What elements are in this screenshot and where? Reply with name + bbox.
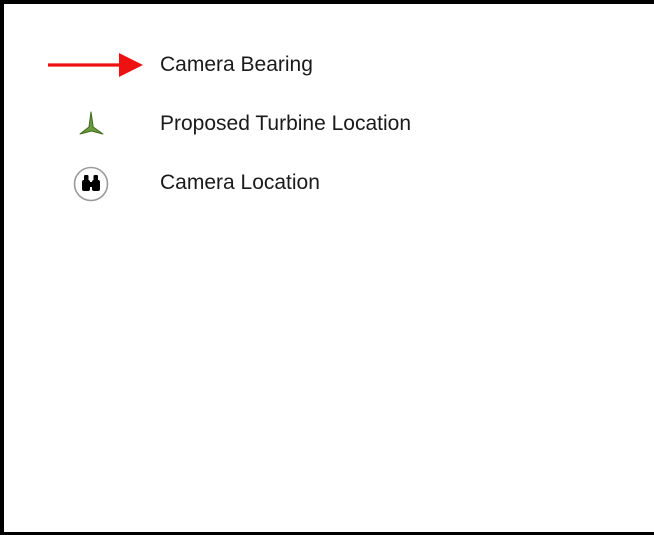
camera-location-symbol bbox=[4, 163, 154, 203]
legend-item-camera-bearing: Camera Bearing bbox=[4, 45, 644, 85]
legend-item-proposed-turbine: Proposed Turbine Location bbox=[4, 104, 644, 144]
camera-bearing-symbol bbox=[4, 45, 154, 85]
legend-label-camera-bearing: Camera Bearing bbox=[160, 53, 313, 76]
turbine-symbol bbox=[4, 104, 154, 144]
legend-label-proposed-turbine: Proposed Turbine Location bbox=[160, 112, 412, 135]
wind-turbine-icon bbox=[79, 111, 104, 135]
map-legend-panel: Camera Bearing Proposed Turbine Location… bbox=[0, 0, 654, 535]
binoculars-icon bbox=[73, 166, 109, 202]
red-arrow-icon bbox=[48, 53, 143, 77]
legend-item-camera-location: Camera Location bbox=[4, 163, 644, 203]
legend-label-camera-location: Camera Location bbox=[160, 171, 320, 194]
